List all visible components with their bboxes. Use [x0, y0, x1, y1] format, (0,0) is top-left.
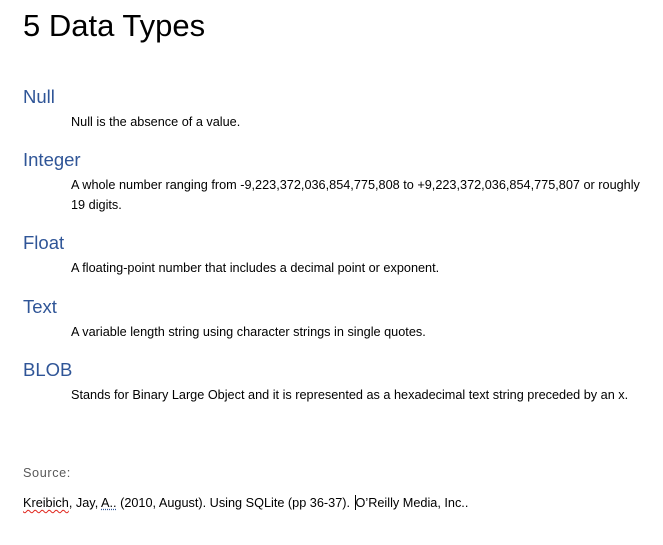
citation[interactable]: Kreibich, Jay, A.. (2010, August). Using…	[23, 495, 468, 511]
section-blob: BLOB Stands for Binary Large Object and …	[23, 359, 653, 405]
grammar-flagged-word[interactable]: A..	[101, 496, 117, 510]
section-description: A whole number ranging from -9,223,372,0…	[71, 178, 640, 212]
section-heading: Null	[23, 86, 55, 107]
section-description: A variable length string using character…	[71, 325, 426, 339]
citation-text: , Jay,	[68, 496, 102, 510]
section-float: Float A floating-point number that inclu…	[23, 232, 653, 278]
source-label: Source:	[23, 466, 71, 480]
citation-text: O’Reilly Media, Inc..	[355, 496, 469, 510]
section-description: A floating-point number that includes a …	[71, 261, 440, 275]
section-text: Text A variable length string using char…	[23, 296, 653, 342]
section-heading: BLOB	[23, 359, 73, 380]
section-description: Stands for Binary Large Object and it is…	[71, 388, 629, 402]
page-title: 5 Data Types	[23, 8, 206, 43]
spellcheck-flagged-word[interactable]: Kreibich	[23, 496, 69, 510]
section-heading: Text	[23, 296, 57, 317]
section-null: Null Null is the absence of a value.	[23, 86, 653, 132]
section-heading: Integer	[23, 149, 81, 170]
section-heading: Float	[23, 232, 65, 253]
section-integer: Integer A whole number ranging from -9,2…	[23, 149, 653, 215]
section-description: Null is the absence of a value.	[71, 115, 241, 129]
citation-text: (2010, August). Using SQLite (pp 36-37).	[116, 496, 354, 510]
